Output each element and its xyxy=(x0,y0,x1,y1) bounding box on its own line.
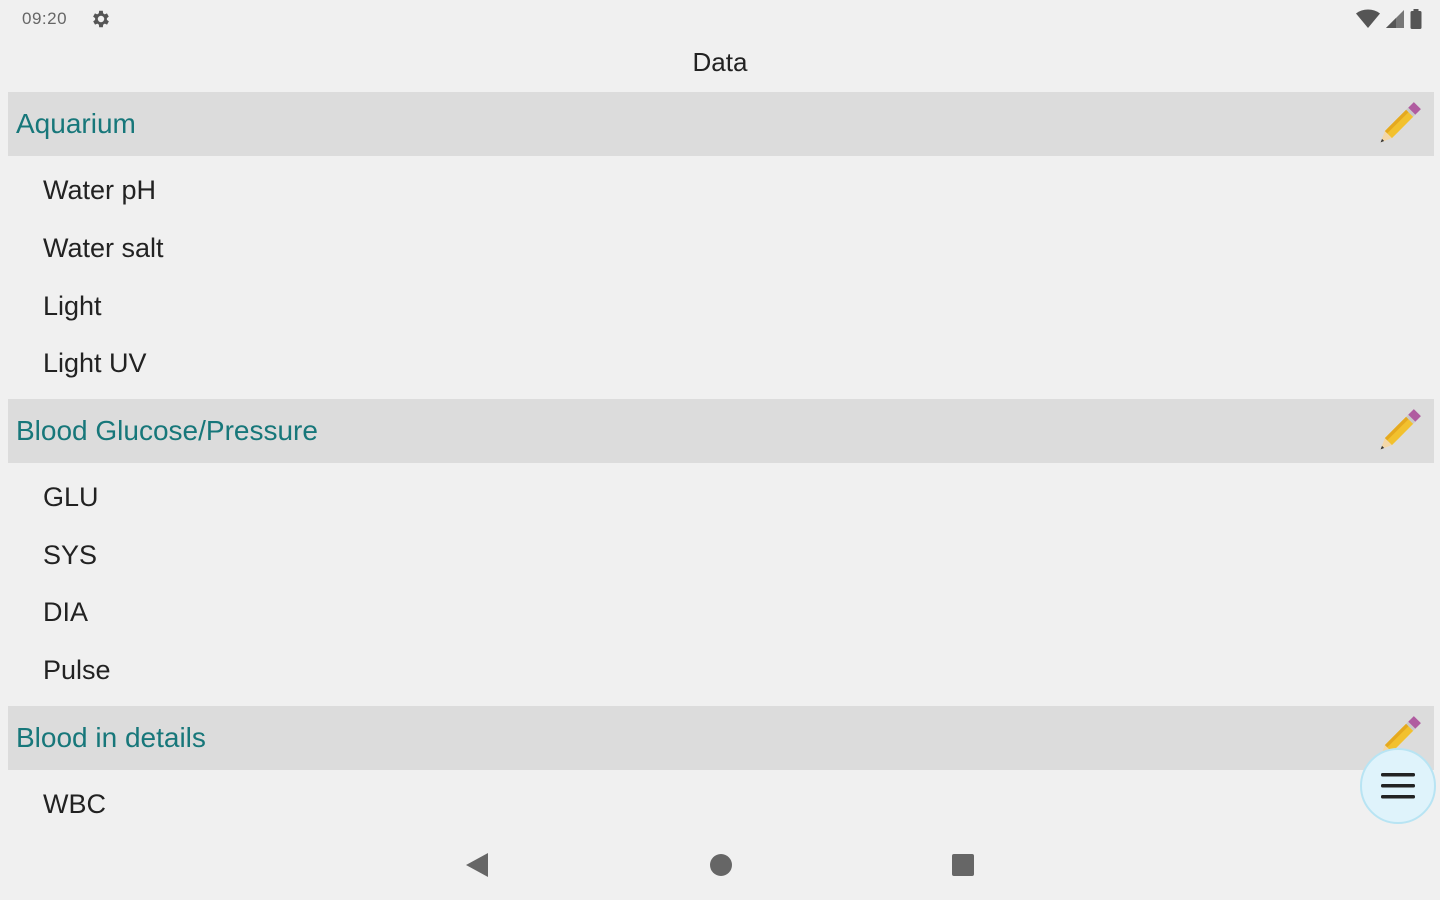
list-item[interactable]: WBC xyxy=(8,776,1434,834)
section-items: WBC xyxy=(8,770,1434,840)
signal-icon xyxy=(1386,10,1404,28)
list-item[interactable]: Water salt xyxy=(8,220,1434,278)
section-title: Aquarium xyxy=(16,108,136,139)
list-item[interactable]: Pulse xyxy=(8,642,1434,700)
pencil-edit-icon[interactable] xyxy=(1374,405,1424,457)
section-header-blood-details[interactable]: Blood in details xyxy=(8,705,1434,770)
menu-fab-button[interactable] xyxy=(1360,748,1436,824)
section-items: Water pH Water salt Light Light UV xyxy=(8,156,1434,399)
status-bar: 09:20 xyxy=(0,0,1440,40)
section-header-aquarium[interactable]: Aquarium xyxy=(8,92,1434,156)
section-items: GLU SYS DIA Pulse xyxy=(8,463,1434,706)
wifi-icon xyxy=(1356,9,1380,28)
page-title: Data xyxy=(692,47,748,77)
menu-icon xyxy=(1381,773,1415,799)
list-item[interactable]: Light UV xyxy=(8,335,1434,393)
status-time: 09:20 xyxy=(22,9,68,28)
status-icons xyxy=(1356,8,1422,30)
gear-icon xyxy=(93,10,109,28)
system-nav-bar xyxy=(0,830,1440,900)
section-header-blood-glucose[interactable]: Blood Glucose/Pressure xyxy=(8,398,1434,463)
list-item[interactable]: Light xyxy=(8,277,1434,335)
list-item[interactable]: DIA xyxy=(8,584,1434,642)
pencil-edit-icon[interactable] xyxy=(1374,98,1424,150)
section-title: Blood in details xyxy=(16,721,206,753)
back-icon[interactable] xyxy=(462,850,492,880)
recents-icon[interactable] xyxy=(950,852,976,878)
list-item[interactable]: GLU xyxy=(8,469,1434,527)
list-item[interactable]: Water pH xyxy=(8,162,1434,220)
battery-icon xyxy=(1410,9,1422,29)
data-list: Aquarium Water pH Water salt Light Light… xyxy=(8,92,1434,839)
home-icon[interactable] xyxy=(708,852,734,878)
section-title: Blood Glucose/Pressure xyxy=(16,414,318,446)
list-item[interactable]: SYS xyxy=(8,526,1434,584)
